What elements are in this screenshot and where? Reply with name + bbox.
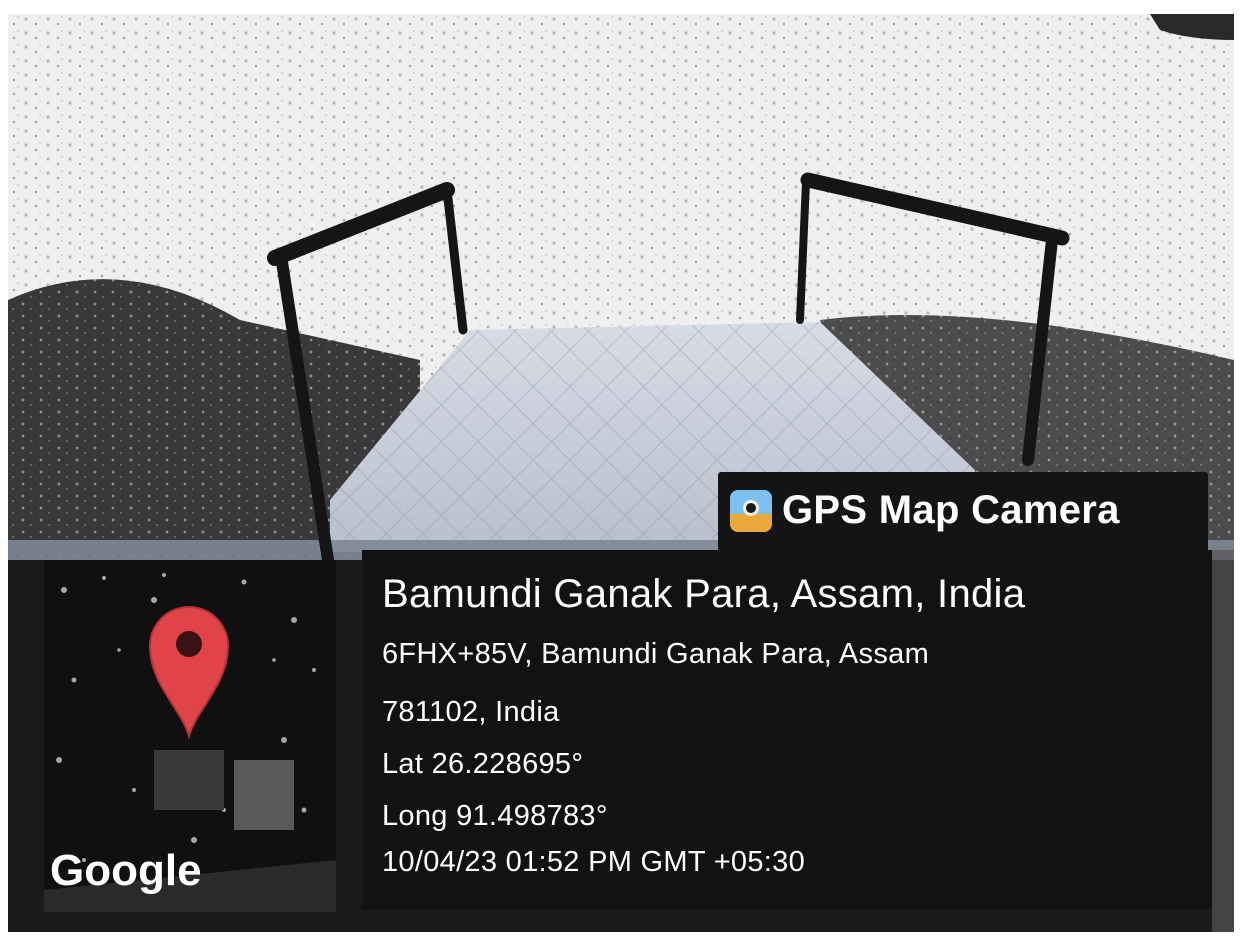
latitude: Lat 26.228695° (382, 748, 584, 780)
app-name: GPS Map Camera (782, 488, 1120, 532)
app-badge: GPS Map Camera (718, 472, 1208, 550)
map-thumbnail[interactable]: Google (44, 560, 336, 912)
map-pin-icon (148, 606, 230, 740)
google-attribution: Google (50, 846, 202, 895)
location-info-panel: Bamundi Ganak Para, Assam, India 6FHX+85… (362, 550, 1212, 910)
timestamp: 10/04/23 01:52 PM GMT +05:30 (382, 846, 805, 878)
place-name: Bamundi Ganak Para, Assam, India (382, 572, 1026, 616)
address-line-2: 781102, India (382, 696, 560, 728)
gps-map-camera-app-icon (730, 490, 772, 532)
geotagged-photo: Google GPS Map Camera Bamundi Ganak Para… (0, 0, 1242, 945)
longitude: Long 91.498783° (382, 800, 608, 832)
address-line-1: 6FHX+85V, Bamundi Ganak Para, Assam (382, 638, 930, 670)
